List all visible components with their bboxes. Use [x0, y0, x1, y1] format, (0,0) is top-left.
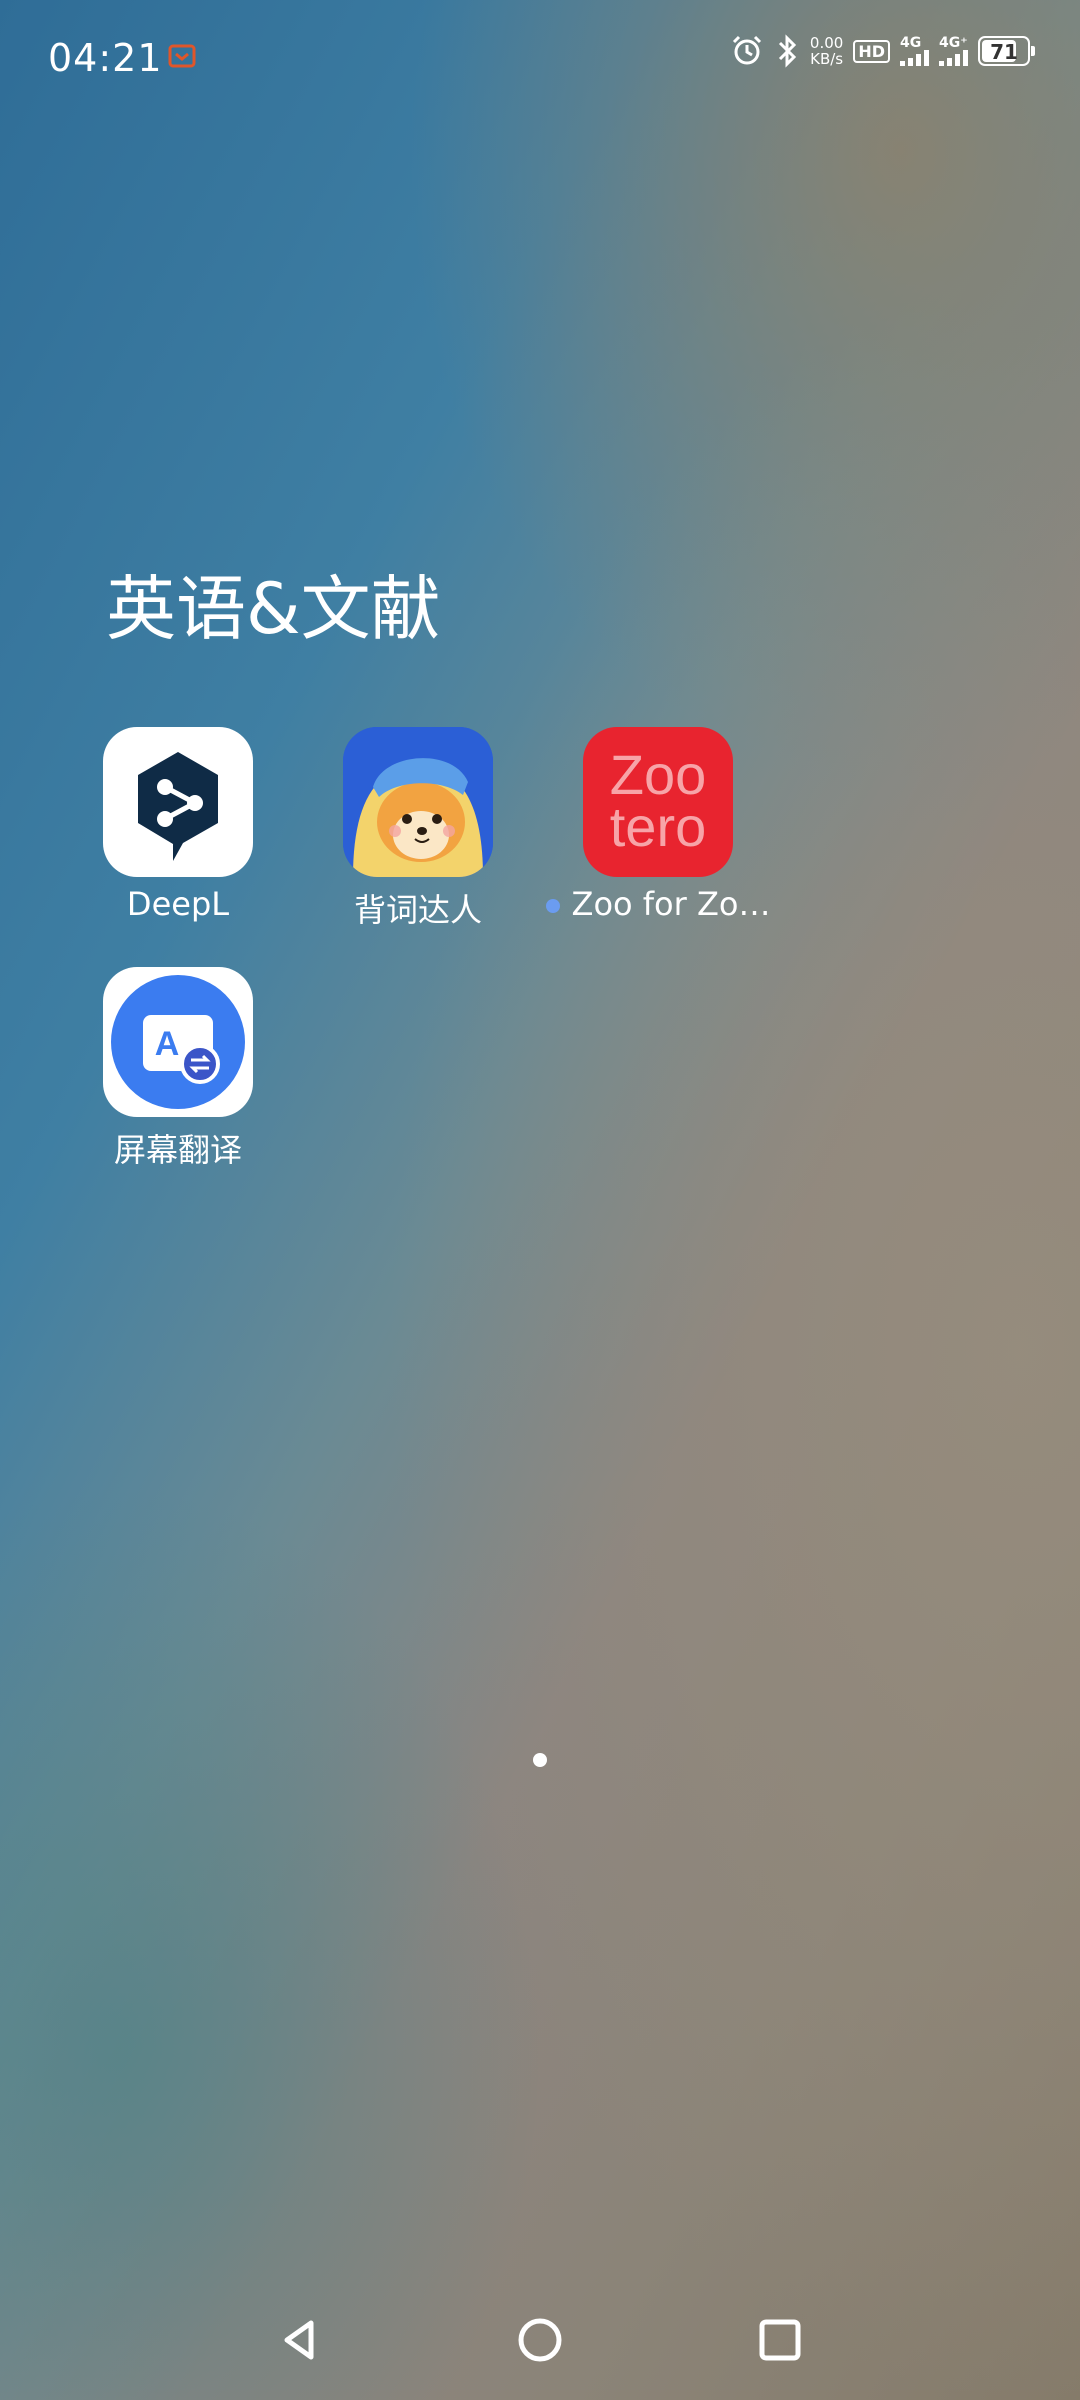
sim2-signal: 4G⁺ [939, 36, 968, 66]
app-label: DeepL [126, 885, 230, 923]
hd-volte-badge: HD [853, 39, 890, 63]
translate-icon-letter: A [155, 1025, 180, 1063]
alarm-icon [730, 34, 764, 68]
sim1-signal: 4G [900, 36, 929, 66]
folder-title[interactable]: 英语&文献 [106, 553, 441, 654]
deepl-icon [103, 727, 253, 877]
sim2-network-type: 4G⁺ [939, 35, 968, 51]
zotero-icon-text-line2: tero [609, 795, 707, 858]
home-button[interactable] [500, 2300, 580, 2380]
app-label-row: Zoo for Zo… [538, 885, 778, 923]
battery-level: 71 [990, 40, 1018, 64]
battery-icon: 71 [978, 36, 1035, 66]
notification-icon [168, 44, 196, 68]
back-triangle-icon [284, 2320, 314, 2360]
beicidaren-icon [343, 727, 493, 877]
network-speed-value: 0.00 [809, 34, 844, 52]
home-circle-icon [518, 2318, 562, 2362]
network-speed: 0.00 KB/s [810, 35, 843, 67]
app-zoo-for-zotero[interactable]: Zoo tero Zoo for Zo… [538, 727, 778, 923]
new-install-dot [545, 899, 560, 913]
app-label: 背词达人 [353, 891, 482, 929]
page-indicator-dot [533, 1753, 547, 1767]
status-icons: 0.00 KB/s HD 4G 4G⁺ 71 [730, 34, 1035, 68]
recents-button[interactable] [740, 2300, 820, 2380]
signal-bars-icon [900, 50, 929, 66]
zotero-icon-text-line1: Zoo [609, 743, 707, 806]
clock: 04:21 [48, 36, 163, 80]
app-beicidaren[interactable]: 背词达人 [308, 727, 528, 931]
recents-square-icon [759, 2319, 801, 2361]
signal-bars-icon [939, 50, 968, 66]
bluetooth-icon [774, 34, 800, 68]
app-label: Zoo for Zo… [571, 885, 771, 923]
app-deepl[interactable]: DeepL [68, 727, 288, 923]
network-speed-unit: KB/s [810, 50, 844, 68]
app-screen-translate[interactable]: A 屏幕翻译 [68, 967, 288, 1171]
navigation-bar [0, 2300, 1080, 2380]
screen-translate-icon: A [103, 967, 253, 1117]
sim1-network-type: 4G [900, 35, 922, 51]
app-label: 屏幕翻译 [113, 1131, 242, 1169]
back-button[interactable] [260, 2300, 340, 2380]
status-bar: 04:21 0.00 KB/s HD 4G 4G⁺ 71 [0, 0, 1080, 120]
zotero-icon: Zoo tero [583, 727, 733, 877]
